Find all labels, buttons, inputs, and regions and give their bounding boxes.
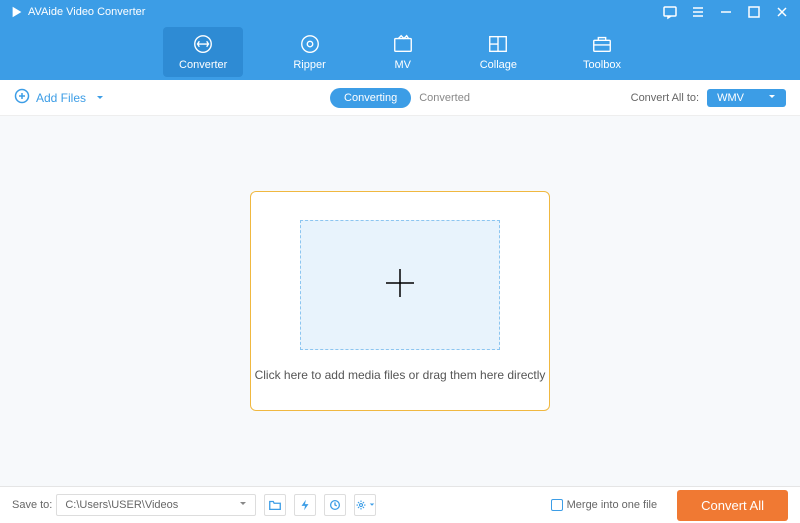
tab-label: Toolbox — [583, 59, 621, 71]
feedback-icon[interactable] — [662, 4, 678, 20]
tab-collage[interactable]: Collage — [464, 27, 533, 77]
mode-converted[interactable]: Converted — [419, 92, 470, 104]
plus-icon — [380, 263, 420, 308]
tab-toolbox[interactable]: Toolbox — [567, 27, 637, 77]
dropzone-inner — [300, 220, 500, 350]
tab-label: Collage — [480, 59, 517, 71]
collage-icon — [487, 33, 509, 55]
save-path-value: C:\Users\USER\Videos — [65, 499, 178, 511]
toolbox-icon — [591, 33, 613, 55]
convert-all-to-label: Convert All to: — [631, 92, 699, 104]
main-tabs: Converter Ripper MV Collage Toolbox — [0, 24, 800, 80]
workspace: Click here to add media files or drag th… — [0, 116, 800, 486]
format-select[interactable]: WMV — [707, 89, 786, 107]
chevron-down-icon — [96, 91, 104, 105]
add-files-button[interactable]: Add Files — [14, 88, 104, 107]
open-folder-button[interactable] — [264, 494, 286, 516]
app-logo-icon — [10, 5, 24, 19]
settings-button[interactable] — [354, 494, 376, 516]
chevron-down-icon — [369, 499, 375, 511]
tab-mv[interactable]: MV — [376, 27, 430, 77]
checkbox-icon — [551, 499, 563, 511]
merge-checkbox[interactable]: Merge into one file — [551, 499, 658, 511]
plus-circle-icon — [14, 88, 30, 107]
mv-icon — [392, 33, 414, 55]
minimize-icon[interactable] — [718, 4, 734, 20]
save-to-label: Save to: — [12, 499, 52, 511]
tab-ripper[interactable]: Ripper — [277, 27, 341, 77]
tab-label: Converter — [179, 59, 227, 71]
convert-all-button[interactable]: Convert All — [677, 490, 788, 521]
format-value: WMV — [717, 92, 744, 104]
chevron-down-icon — [768, 92, 776, 104]
high-speed-button[interactable] — [324, 494, 346, 516]
merge-label: Merge into one file — [567, 499, 658, 511]
add-files-label: Add Files — [36, 91, 86, 105]
dropzone-text: Click here to add media files or drag th… — [255, 368, 546, 382]
app-title: AVAide Video Converter — [28, 6, 145, 18]
menu-icon[interactable] — [690, 4, 706, 20]
converter-icon — [192, 33, 214, 55]
maximize-icon[interactable] — [746, 4, 762, 20]
dropzone[interactable]: Click here to add media files or drag th… — [250, 191, 550, 411]
tab-converter[interactable]: Converter — [163, 27, 243, 77]
mode-converting[interactable]: Converting — [330, 88, 411, 108]
tab-label: MV — [394, 59, 411, 71]
hardware-accel-button[interactable] — [294, 494, 316, 516]
tab-label: Ripper — [293, 59, 325, 71]
ripper-icon — [299, 33, 321, 55]
close-icon[interactable] — [774, 4, 790, 20]
titlebar: AVAide Video Converter — [0, 0, 800, 24]
save-path-select[interactable]: C:\Users\USER\Videos — [56, 494, 256, 516]
chevron-down-icon — [239, 499, 247, 511]
